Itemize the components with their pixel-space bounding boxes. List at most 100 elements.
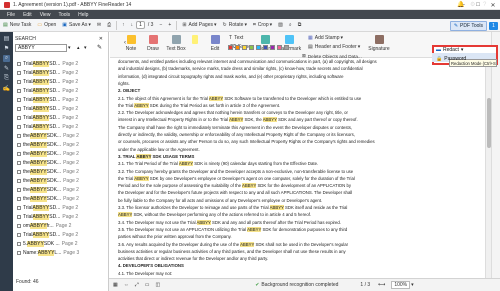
search-result-row[interactable]: Trial ABBYY SD... Page 2 — [17, 113, 107, 122]
search-result-row[interactable]: Trial ABBYY SD... Page 2 — [17, 104, 107, 113]
page-number-input[interactable]: 1 — [136, 21, 145, 29]
comments-count-badge[interactable]: 1 — [489, 22, 498, 30]
prev-page-button[interactable]: ↑ — [119, 20, 128, 31]
print-button[interactable]: ⎙ — [104, 20, 114, 31]
result-checkbox[interactable] — [17, 187, 21, 192]
search-result-row[interactable]: the ABBYY SDK... Page 2 — [17, 176, 107, 185]
search-result-row[interactable]: Trial ABBYY SD... Page 2 — [17, 212, 107, 221]
password-button[interactable]: 🔒 Password — [436, 55, 466, 63]
search-input[interactable]: ABBYY — [15, 44, 67, 52]
save-as-button[interactable]: ▣ Save As ▾ — [59, 20, 94, 31]
zoom-fit-icon[interactable]: ⤢ — [135, 282, 139, 288]
pages-icon[interactable]: ▤ — [3, 35, 10, 42]
color-swatch-yellow[interactable] — [242, 45, 247, 50]
result-checkbox[interactable] — [17, 97, 21, 102]
help-icon[interactable]: ? — [483, 0, 486, 9]
color-swatch-purple[interactable] — [270, 45, 275, 50]
add-text-button[interactable]: T Text — [229, 35, 243, 41]
menu-help[interactable]: Help — [74, 12, 92, 18]
edit-image-button[interactable]: ▨ — [275, 20, 286, 31]
result-checkbox[interactable] — [17, 142, 21, 147]
search-result-row[interactable]: Trial ABBYY SD... Page 2 — [17, 77, 107, 86]
search-result-row[interactable]: Trial ABBYY SD... Page 2 — [17, 203, 107, 212]
mail-button[interactable]: ✉ — [94, 20, 104, 31]
menu-tools[interactable]: Tools — [54, 12, 74, 18]
new-task-button[interactable]: ▤ New Task — [0, 20, 34, 31]
color-swatch-blue[interactable] — [263, 45, 268, 50]
color-swatch-cyan[interactable] — [256, 45, 261, 50]
redact-button[interactable]: ▬ Redact ▾ — [436, 46, 463, 54]
fit-width-icon[interactable]: ⇔ — [124, 282, 129, 288]
result-checkbox[interactable] — [17, 205, 21, 210]
search-result-row[interactable]: 5. ABBYY SDK ... Page 2 — [17, 239, 107, 248]
attachments-icon[interactable]: ⎘ — [3, 75, 10, 82]
menu-edit[interactable]: Edit — [19, 12, 36, 18]
zoom-in-button[interactable]: + — [165, 20, 174, 31]
color-swatch-gray[interactable] — [284, 45, 289, 50]
result-checkbox[interactable] — [17, 232, 21, 237]
search-options-dropdown[interactable]: ▾ — [68, 45, 71, 51]
search-prev-icon[interactable]: ▴ — [77, 45, 80, 51]
result-checkbox[interactable] — [17, 160, 21, 165]
note-button[interactable]: Note — [120, 34, 142, 56]
add-pages-button[interactable]: ⊞ Add Pages ▾ — [179, 20, 219, 31]
color-swatch-pink[interactable] — [277, 45, 282, 50]
search-result-row[interactable]: Trial ABBYY SD... Page 2 — [17, 122, 107, 131]
signature-button[interactable]: Signature — [364, 34, 394, 56]
zoom-level[interactable]: 100% — [391, 281, 411, 289]
result-checkbox[interactable] — [17, 106, 21, 111]
search-result-row[interactable]: the ABBYY SDK... Page 2 — [17, 140, 107, 149]
search-result-row[interactable]: the ABBYY SDK... Page 2 — [17, 131, 107, 140]
highlight-button[interactable] — [190, 34, 200, 56]
zoom-out-button[interactable]: − — [156, 20, 165, 31]
search-result-row[interactable]: the ABBYY SDK... Page 2 — [17, 158, 107, 167]
pdf-tools-button[interactable]: ✎ PDF Tools — [449, 21, 487, 31]
result-checkbox[interactable] — [17, 214, 21, 219]
search-next-icon[interactable]: ▾ — [84, 45, 87, 51]
zoom-slider-icon[interactable]: ⟷ — [378, 282, 385, 288]
next-page-button[interactable]: ↓ — [128, 20, 137, 31]
result-checkbox[interactable] — [17, 151, 21, 156]
close-button[interactable]: ✕ — [486, 0, 500, 10]
result-checkbox[interactable] — [17, 196, 21, 201]
result-checkbox[interactable] — [17, 169, 21, 174]
result-checkbox[interactable] — [17, 88, 21, 93]
chevron-down-icon[interactable]: ▾ — [411, 282, 414, 288]
result-checkbox[interactable] — [17, 223, 21, 228]
open-button[interactable]: ▭ Open — [34, 20, 59, 31]
search-panel-icon[interactable]: ⌕ — [3, 55, 10, 62]
text-box-button[interactable]: Text Box — [163, 34, 189, 56]
result-checkbox[interactable] — [17, 133, 21, 138]
menu-view[interactable]: View — [36, 12, 55, 18]
two-page-icon[interactable]: ◫ — [155, 282, 160, 288]
search-result-row[interactable]: the ABBYY SDK... Page 2 — [17, 194, 107, 203]
result-checkbox[interactable] — [17, 70, 21, 75]
result-checkbox[interactable] — [17, 178, 21, 183]
result-checkbox[interactable] — [17, 250, 21, 255]
color-swatch-green[interactable] — [249, 45, 254, 50]
rotate-button[interactable]: ↻ Rotate ▾ — [220, 20, 250, 31]
search-result-row[interactable]: Trial ABBYY SD... Page 2 — [17, 68, 107, 77]
color-swatch-red[interactable] — [228, 45, 233, 50]
result-checkbox[interactable] — [17, 79, 21, 84]
search-result-row[interactable]: om ABBYY fr... Page 2 — [17, 221, 107, 230]
draw-button[interactable]: Draw — [142, 34, 164, 56]
result-checkbox[interactable] — [17, 124, 21, 129]
menu-file[interactable]: File — [3, 12, 19, 18]
search-result-row[interactable]: Trial ABBYY SD... Page 2 — [17, 230, 107, 239]
gear-icon[interactable]: ⚙ — [470, 0, 475, 9]
edit-button[interactable]: Edit — [204, 34, 226, 56]
search-toolbar-button[interactable]: ⌕ — [286, 20, 295, 31]
close-icon[interactable]: ✕ — [99, 36, 103, 42]
search-result-row[interactable]: the ABBYY SDK... Page 2 — [17, 167, 107, 176]
search-result-row[interactable]: Trial ABBYY SD... Page 2 — [17, 59, 107, 68]
page-view-icon[interactable]: ▭ — [145, 282, 150, 288]
add-stamp-button[interactable]: ▦ Add Stamp ▾ — [308, 35, 343, 41]
color-swatch-orange[interactable] — [235, 45, 240, 50]
result-checkbox[interactable] — [17, 115, 21, 120]
thumbnails-view-icon[interactable]: ▦ — [113, 282, 118, 288]
bell-icon[interactable]: 🔔 — [457, 0, 464, 9]
search-result-row[interactable]: Trial ABBYY SD... Page 2 — [17, 95, 107, 104]
header-footer-button[interactable]: ▤ Header and Footer ▾ — [308, 44, 360, 50]
result-checkbox[interactable] — [17, 61, 21, 66]
